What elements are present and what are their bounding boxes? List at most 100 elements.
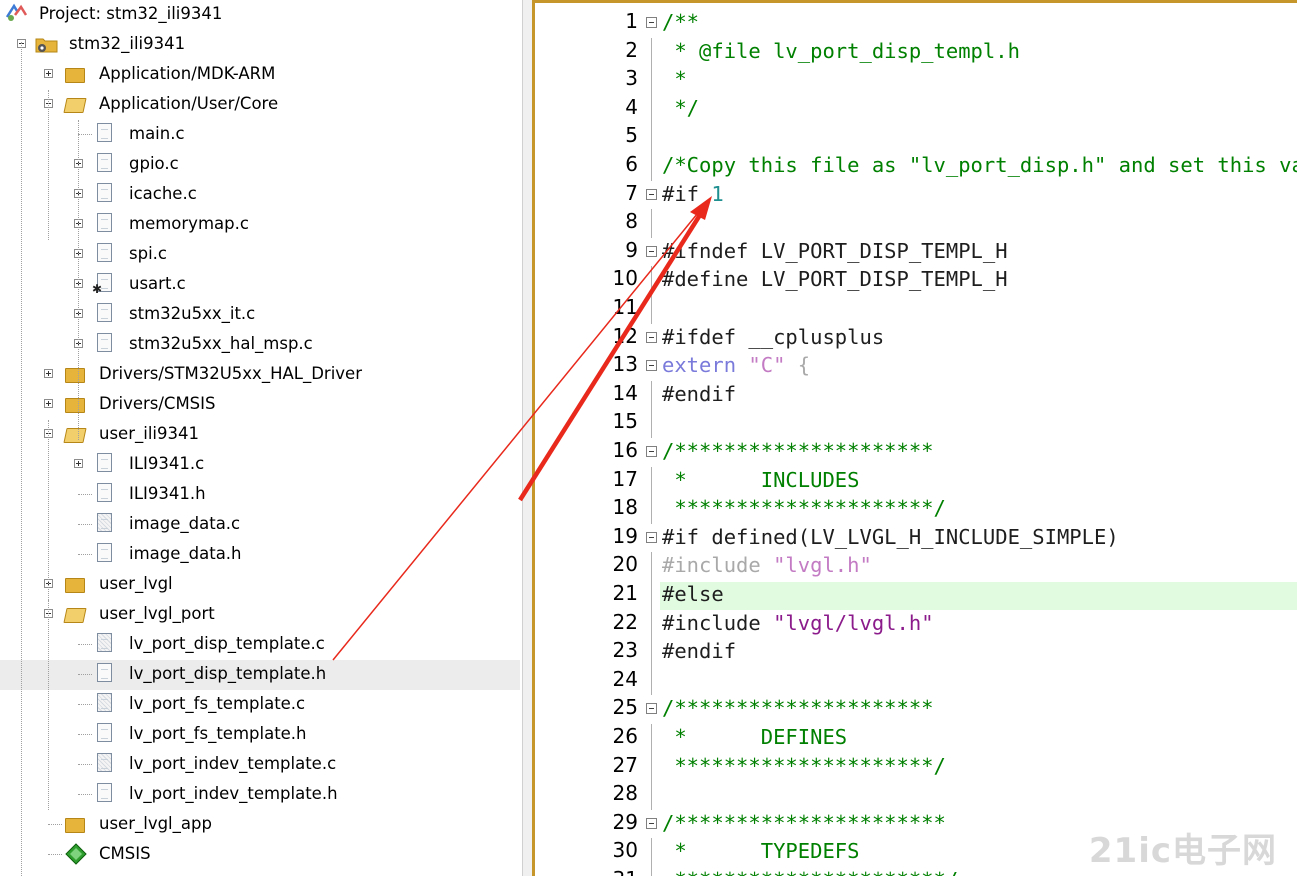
fold-toggle-icon[interactable] xyxy=(646,188,657,200)
code-token: "lvgl.h" xyxy=(773,553,872,578)
target-row[interactable]: stm32_ili9341 xyxy=(0,30,520,60)
line-number: 2 xyxy=(625,37,638,62)
code-line[interactable]: * TYPEDEFS xyxy=(662,839,859,863)
tree-item-label: user_lvgl_app xyxy=(99,814,212,833)
code-token: * xyxy=(662,67,687,92)
fold-toggle-icon[interactable] xyxy=(646,531,657,543)
code-token: #endif xyxy=(662,381,737,406)
tree-group-row[interactable]: user_lvgl_port xyxy=(0,600,520,630)
code-line[interactable]: #endif xyxy=(662,639,736,663)
line-number: 8 xyxy=(625,209,638,234)
expand-icon[interactable] xyxy=(74,459,83,468)
code-line[interactable]: #if defined(LV_LVGL_H_INCLUDE_SIMPLE) xyxy=(662,525,1119,549)
code-line[interactable]: #include "lvgl.h" xyxy=(662,553,872,577)
code-line[interactable]: #include "lvgl/lvgl.h" xyxy=(662,611,934,635)
tree-file-row[interactable]: lv_port_fs_template.c xyxy=(0,690,520,720)
file-icon xyxy=(97,153,112,172)
tree-group-row[interactable]: Application/MDK-ARM xyxy=(0,60,520,90)
file-options-icon: ✱ xyxy=(92,273,112,296)
file-icon xyxy=(97,183,112,202)
code-line[interactable]: /********************** xyxy=(662,811,946,835)
code-line[interactable]: #ifndef LV_PORT_DISP_TEMPL_H xyxy=(662,239,1008,263)
tree-guide-line xyxy=(21,42,22,876)
tree-file-row[interactable]: image_data.h xyxy=(0,540,520,570)
tree-item-label: lv_port_fs_template.c xyxy=(129,694,306,713)
tree-item-label: lv_port_fs_template.h xyxy=(129,724,307,743)
tree-file-row[interactable]: lv_port_indev_template.h xyxy=(0,780,520,810)
code-line[interactable]: * xyxy=(662,67,687,92)
code-line[interactable]: /*Copy this file as "lv_port_disp.h" and… xyxy=(662,153,1297,177)
code-token: #ifndef LV_PORT_DISP_TEMPL_H xyxy=(662,238,1008,263)
file-icon xyxy=(97,663,112,682)
tree-file-row[interactable]: ILI9341.h xyxy=(0,480,520,510)
tree-group-row[interactable]: user_lvgl_app xyxy=(0,810,520,840)
tree-item-label: lv_port_disp_template.c xyxy=(129,634,325,653)
tree-file-row[interactable]: lv_port_indev_template.c xyxy=(0,750,520,780)
code-line[interactable]: *********************/ xyxy=(662,496,946,520)
code-line[interactable]: #define LV_PORT_DISP_TEMPL_H xyxy=(662,267,1008,291)
code-line[interactable]: */ xyxy=(662,96,699,120)
code-line[interactable]: **********************/ xyxy=(662,868,958,876)
tree-group-row[interactable]: user_lvgl xyxy=(0,570,520,600)
code-line[interactable]: /********************* xyxy=(662,439,934,463)
code-line[interactable]: #else xyxy=(662,582,724,606)
line-number: 23 xyxy=(612,638,638,663)
code-line[interactable]: * @file lv_port_disp_templ.h xyxy=(662,39,1020,63)
fold-guide-line xyxy=(651,781,652,810)
code-editor[interactable]: 1 2 3 4 5 6 7 8 9 10 11 12 13 14 15 16 17 18 19 20 21 22 23 24 2… xyxy=(532,0,1297,876)
tree-guide-line xyxy=(48,420,49,600)
tree-connector xyxy=(78,794,92,795)
expand-icon[interactable] xyxy=(44,399,53,408)
code-line[interactable]: /********************* xyxy=(662,696,934,720)
code-line[interactable]: * INCLUDES xyxy=(662,468,859,492)
line-number: 18 xyxy=(612,495,638,520)
expand-icon[interactable] xyxy=(44,369,53,378)
fold-guide-line xyxy=(651,724,652,753)
code-line[interactable]: extern "C" { xyxy=(662,353,810,377)
tree-item-label: Application/User/Core xyxy=(99,94,279,113)
tree-file-row[interactable]: lv_port_disp_template.c xyxy=(0,630,520,660)
folder-icon xyxy=(65,818,85,833)
code-line[interactable]: #if 1 xyxy=(662,182,724,206)
code-line[interactable]: *********************/ xyxy=(662,754,946,778)
code-line[interactable]: #endif xyxy=(662,382,736,406)
file-icon xyxy=(97,453,112,472)
line-number: 26 xyxy=(612,724,638,748)
tree-file-row[interactable]: image_data.c xyxy=(0,510,520,540)
tree-file-row[interactable]: ILI9341.c xyxy=(0,450,520,480)
code-token: #ifdef __cplusplus xyxy=(662,324,885,349)
code-line[interactable]: * DEFINES xyxy=(662,725,847,749)
expand-icon[interactable] xyxy=(44,69,53,78)
code-line[interactable]: /** xyxy=(662,10,699,34)
line-number: 13 xyxy=(612,352,638,377)
fold-toggle-icon[interactable] xyxy=(646,817,657,829)
file-icon xyxy=(97,483,112,502)
tree-group-row[interactable]: CMSIS xyxy=(0,840,520,870)
code-token: #if xyxy=(662,181,712,206)
tree-item-label: image_data.c xyxy=(129,514,241,533)
fold-toggle-icon[interactable] xyxy=(646,17,657,28)
file-icon xyxy=(97,333,112,352)
fold-toggle-icon[interactable] xyxy=(646,245,657,257)
tree-group-row[interactable]: Application/User/Core xyxy=(0,90,520,120)
code-line[interactable]: #ifdef __cplusplus xyxy=(662,325,884,349)
fold-toggle-icon[interactable] xyxy=(646,331,657,343)
fold-toggle-icon[interactable] xyxy=(646,703,657,715)
fold-toggle-icon[interactable] xyxy=(646,360,657,372)
line-number: 27 xyxy=(612,752,638,777)
file-icon xyxy=(97,693,112,712)
code-token: #endif xyxy=(662,639,737,664)
tree-file-row[interactable]: lv_port_disp_template.h xyxy=(0,660,520,690)
code-token: * INCLUDES xyxy=(662,467,860,492)
project-root-row[interactable]: Project: stm32_ili9341 xyxy=(0,0,520,30)
file-icon xyxy=(97,123,112,142)
tree-guide-line xyxy=(48,600,49,810)
file-icon xyxy=(97,303,112,322)
fold-toggle-icon[interactable] xyxy=(646,446,657,457)
line-number-gutter: 1 2 3 4 5 6 7 8 9 10 11 12 13 14 15 16 17 18 19 20 21 22 23 24 2… xyxy=(535,3,657,876)
tree-file-row[interactable]: lv_port_fs_template.h xyxy=(0,720,520,750)
line-number: 5 xyxy=(625,123,638,148)
fold-guide-line xyxy=(651,466,652,496)
fold-guide-line xyxy=(651,37,652,67)
line-number: 30 xyxy=(612,838,638,863)
